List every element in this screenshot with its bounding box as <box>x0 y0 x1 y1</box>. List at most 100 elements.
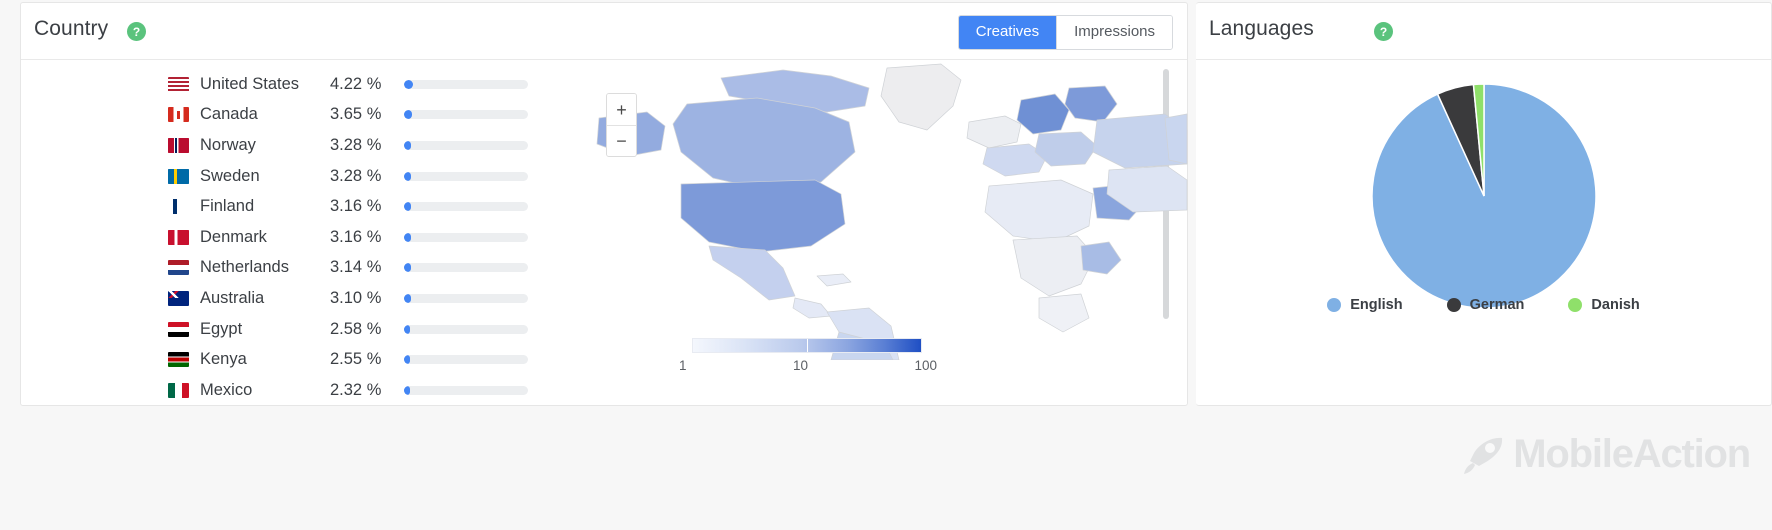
country-percent: 2.32 % <box>330 380 382 399</box>
languages-panel: Languages ? English German Danish <box>1196 2 1772 406</box>
legend-label: Danish <box>1591 297 1640 313</box>
zoom-in-button[interactable]: + <box>607 94 636 125</box>
map-zoom-controls: + − <box>606 93 637 157</box>
country-percent: 3.16 % <box>330 197 382 216</box>
zoom-out-button[interactable]: − <box>607 125 636 156</box>
country-percent: 4.22 % <box>330 74 382 93</box>
share-bar <box>404 232 528 242</box>
flag-icon-us <box>168 76 189 92</box>
choropleth-map-svg <box>596 63 1188 360</box>
share-bar <box>404 355 528 365</box>
share-bar <box>404 140 528 150</box>
legend-tick-min: 1 <box>679 358 687 373</box>
share-bar <box>404 110 528 120</box>
share-bar <box>404 293 528 303</box>
flag-icon-eg <box>168 321 189 337</box>
rocket-icon <box>1464 437 1503 474</box>
country-name: Egypt <box>200 319 243 338</box>
flag-icon-dk <box>168 229 189 245</box>
brand-logo: MobileAction <box>1462 432 1751 477</box>
country-name: Netherlands <box>200 258 289 277</box>
country-name: Australia <box>200 288 265 307</box>
question-mark-icon[interactable]: ? <box>1374 22 1393 41</box>
country-percent: 2.58 % <box>330 319 382 338</box>
pie-chart-legend: English German Danish <box>1196 297 1771 313</box>
question-mark-icon[interactable]: ? <box>127 22 146 41</box>
share-bar-fill <box>404 202 411 212</box>
flag-icon-mx <box>168 382 189 398</box>
tab-impressions[interactable]: Impressions <box>1056 16 1172 49</box>
share-bar <box>404 385 528 395</box>
country-percent: 3.28 % <box>330 166 382 185</box>
legend-label: English <box>1350 297 1403 313</box>
flag-icon-fi <box>168 199 189 215</box>
table-row[interactable]: Egypt 2.58 % <box>21 314 569 345</box>
share-bar-fill <box>404 79 414 89</box>
share-bar-fill <box>404 232 411 242</box>
share-bar-fill <box>404 355 411 365</box>
table-row[interactable]: Canada 3.65 % <box>21 100 569 131</box>
flag-icon-ke <box>168 352 189 368</box>
table-row[interactable]: Sweden 3.28 % <box>21 161 569 192</box>
country-percent: 3.65 % <box>330 105 382 124</box>
country-percent: 3.14 % <box>330 258 382 277</box>
brand-name: MobileAction <box>1513 432 1751 476</box>
share-bar <box>404 79 528 89</box>
analytics-page: Country ? Creatives Impressions United S… <box>0 0 1772 530</box>
share-bar <box>404 324 528 334</box>
country-name: Kenya <box>200 350 247 369</box>
share-bar-fill <box>404 171 412 181</box>
legend-tick-max: 100 <box>914 358 937 373</box>
languages-title: Languages <box>1209 17 1314 40</box>
share-bar <box>404 171 528 181</box>
country-name: Finland <box>200 197 255 216</box>
page-title: Country <box>34 17 109 40</box>
legend-item-danish[interactable]: Danish <box>1568 297 1640 313</box>
table-row[interactable]: Finland 3.16 % <box>21 191 569 222</box>
country-percent: 2.55 % <box>330 350 382 369</box>
legend-tick-mid: 10 <box>792 358 808 373</box>
table-row[interactable]: Netherlands 3.14 % <box>21 253 569 284</box>
metric-toggle-group: Creatives Impressions <box>957 15 1173 50</box>
country-name: Mexico <box>200 380 253 399</box>
table-row[interactable]: Kenya 2.55 % <box>21 344 569 375</box>
table-row[interactable]: Mexico 2.32 % <box>21 375 569 406</box>
country-name: Canada <box>200 105 258 124</box>
share-bar <box>404 263 528 273</box>
country-panel-header: Country ? Creatives Impressions <box>21 3 1187 60</box>
table-row[interactable]: Denmark 3.16 % <box>21 222 569 253</box>
tab-creatives[interactable]: Creatives <box>958 16 1057 49</box>
pie-chart-svg <box>1371 83 1597 309</box>
legend-label: German <box>1469 297 1525 313</box>
legend-color-dot <box>1446 298 1461 312</box>
map-legend-gradient <box>692 338 922 353</box>
country-name: Denmark <box>200 227 267 246</box>
flag-icon-no <box>168 137 189 153</box>
table-row[interactable]: Australia 3.10 % <box>21 283 569 314</box>
country-list[interactable]: United States 4.22 % Canada 3.65 % Norway 3.2… <box>21 60 569 406</box>
flag-icon-ca <box>168 107 189 123</box>
languages-panel-header: Languages ? <box>1196 3 1771 60</box>
share-bar-fill <box>404 293 411 303</box>
legend-color-dot <box>1327 298 1342 312</box>
flag-icon-se <box>168 168 189 184</box>
share-bar-fill <box>404 110 413 120</box>
country-percent: 3.10 % <box>330 288 382 307</box>
flag-icon-au <box>168 290 189 306</box>
share-bar-fill <box>404 324 411 334</box>
world-map[interactable]: + − 1 10 100 <box>569 60 1188 406</box>
country-name: Sweden <box>200 166 260 185</box>
map-legend-ticks: 1 10 100 <box>679 358 937 373</box>
legend-item-german[interactable]: German <box>1446 297 1525 313</box>
country-percent: 3.16 % <box>330 227 382 246</box>
country-panel: Country ? Creatives Impressions United S… <box>20 2 1188 406</box>
share-bar-fill <box>404 140 412 150</box>
flag-icon-nl <box>168 260 189 276</box>
share-bar-fill <box>404 385 411 395</box>
country-name: United States <box>200 74 300 93</box>
table-row[interactable]: Norway 3.28 % <box>21 130 569 161</box>
legend-item-english[interactable]: English <box>1327 297 1403 313</box>
share-bar <box>404 202 528 212</box>
table-row[interactable]: United States 4.22 % <box>21 69 569 100</box>
country-percent: 3.28 % <box>330 135 382 154</box>
